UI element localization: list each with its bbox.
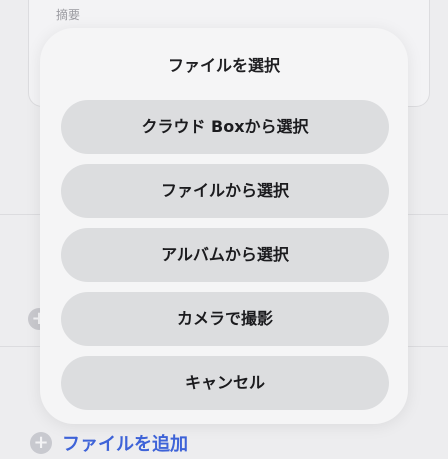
add-file-row: + ファイルを追加: [30, 430, 188, 456]
sheet-title: ファイルを選択: [167, 56, 280, 75]
summary-label: 摘要: [56, 8, 81, 22]
select-from-album-button[interactable]: アルバムから選択: [61, 228, 389, 282]
select-from-files-button[interactable]: ファイルから選択: [61, 164, 389, 218]
add-file-link: ファイルを追加: [62, 434, 188, 455]
cancel-button[interactable]: キャンセル: [61, 356, 389, 410]
select-from-cloud-box-button[interactable]: クラウド Boxから選択: [61, 100, 389, 154]
add-icon: +: [30, 432, 52, 454]
take-photo-button[interactable]: カメラで撮影: [61, 292, 389, 346]
